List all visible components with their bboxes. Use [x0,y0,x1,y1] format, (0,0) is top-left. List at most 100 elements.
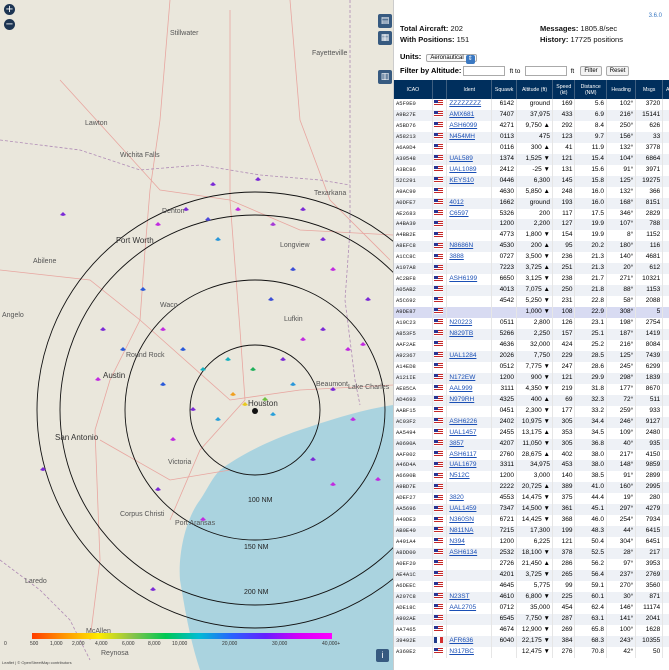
table-row[interactable]: ADE18C AAL2705 0712 35,000 454 62.4 146° 11174 [394,602,669,614]
table-row[interactable]: AA7465 4674 12,900 ▼ 269 65.8 100° 1628 [394,624,669,636]
table-row[interactable]: AD4693 N979RH 4325 400 ▲ 69 32.3 72° 511 [394,394,669,406]
ident-link[interactable]: N512C [446,471,493,483]
aircraft-table-container[interactable]: ICAO Ident Squawk Altitude (ft) Speed (kt) Di… [394,80,669,670]
table-row[interactable]: AB0E40 N811NA 7215 17,300 199 48.3 44° 6415 [394,526,669,538]
table-row[interactable]: AABF15 0451 2,300 ▼ 177 33.2 259° 933 [394,405,669,417]
table-row[interactable]: A3BC86 UAL1089 2412 -25 ▼ 131 15.6 91° 3971 [394,164,669,176]
table-row[interactable]: A0690A 3857 4207 11,050 ▼ 305 36.8 40° 935 [394,438,669,450]
ident-link[interactable]: KEYS10 [446,175,493,187]
ident-link[interactable]: AAL2705 [446,602,493,614]
ident-link[interactable]: 4012 [446,197,493,209]
table-row[interactable]: A92367 UAL1284 2026 7,750 229 28.5 125° 7439 [394,350,669,362]
ident-link[interactable]: AAL999 [446,383,493,395]
ident-link[interactable]: ASH6117 [446,449,493,461]
version-label[interactable]: 3.6.0 [649,13,662,19]
table-row[interactable]: AC03F2 ASH6226 2402 10,975 ▼ 305 34.4 246° 9127 [394,416,669,428]
table-row[interactable]: A4BA39 1200 2,200 127 19.9 107° 788 [394,219,669,231]
zoom-out-button[interactable]: − [4,19,15,30]
table-row[interactable]: A491A4 N394 1200 6,225 121 50.4 304° 6451 [394,537,669,549]
table-row[interactable]: AAF2AE 4636 32,000 424 25.2 216° 8084 [394,339,669,351]
toggle-sidebar-icon[interactable]: ▥ [378,70,392,84]
table-row[interactable]: A19C23 N20223 0511 2,800 126 23.1 198° 2754 [394,318,669,330]
table-row[interactable]: A207C8 N23ST 4610 6,800 ▼ 225 60.1 30° 871 [394,591,669,603]
ident-link[interactable]: UAL1679 [446,460,493,472]
table-row[interactable]: 39492E AFR636 6040 22,175 ▼ 384 68.3 243° 10355 [394,635,669,647]
table-row[interactable]: AAF002 ASH6117 2760 28,675 ▲ 402 38.0 217° 4150 [394,449,669,461]
table-row[interactable]: A8EFC8 N8686N 4530 200 ▲ 95 20.2 180° 116 [394,241,669,253]
map-layers-icon[interactable]: ▤ [378,14,392,28]
table-row[interactable]: 52C291 KEYS10 0446 6,300 145 15.8 125° 19275 [394,175,669,187]
table-row[interactable]: A6DEEC 4645 5,775 99 59.1 270° 3560 [394,580,669,592]
column-header[interactable]: Msgs [635,80,664,99]
ident-link[interactable]: ZZZZZZZZ [446,99,493,110]
table-row[interactable]: A9B27E AMX681 7407 37,975 433 6.9 216° 15141 [394,109,669,121]
ident-link[interactable]: UAL1459 [446,504,493,516]
table-row[interactable]: A9BD7E 2222 20,725 ▲ 389 41.0 160° 2995 [394,482,669,494]
table-row[interactable]: A5C692 4542 5,250 ▼ 231 22.8 58° 2088 [394,296,669,308]
ident-link[interactable]: N454MH [446,131,493,143]
ident-link[interactable]: N979RH [446,394,493,406]
ident-link[interactable]: AMX681 [446,109,493,121]
ident-link[interactable]: ASH6199 [446,274,493,286]
zoom-in-button[interactable]: + [4,4,15,15]
ident-link[interactable]: N394 [446,537,493,549]
ident-link[interactable]: N23ST [446,591,493,603]
map-view[interactable]: + − ▤ ▦ ▥ Stillwater Fayetteville Lawton… [0,0,393,670]
ident-link[interactable]: 3888 [446,252,493,264]
ident-link[interactable]: ASH6134 [446,548,493,560]
min-altitude-input[interactable] [463,66,506,77]
table-row[interactable]: A4BB2E 4773 1,800 ▼ 154 19.9 8° 1152 [394,230,669,242]
column-header[interactable]: Distance (NM) [574,80,607,99]
table-row[interactable]: A6A9D4 0116 300 ▲ 41 11.9 132° 3778 [394,142,669,154]
table-row[interactable]: A853F5 N829TB 5266 2,250 157 25.1 187° 1419 [394,329,669,340]
info-button[interactable]: i [376,649,389,662]
table-row[interactable]: AE2683 C6597 5326 200 117 17.5 346° 2829 [394,208,669,220]
table-row[interactable]: AA5494 UAL1457 2455 13,175 ▲ 353 34.5 109° 2480 [394,427,669,439]
column-header[interactable]: Ident [446,80,493,99]
table-row[interactable]: A121IE N172EW 1200 900 ▼ 121 29.9 298° 1839 [394,372,669,384]
column-header[interactable]: Speed (kt) [552,80,576,99]
table-row[interactable]: A5F9E0 ZZZZZZZZ6142ground1695.6102°37202 [394,99,669,110]
reset-button[interactable]: Reset [605,66,630,77]
table-row[interactable]: AC2BF8 ASH6199 6650 3,125 ▼ 238 21.7 271° 10321 [394,274,669,286]
table-row[interactable]: A1CC8C 3888 0727 3,500 ▼ 236 21.3 140° 4681 [394,252,669,264]
table-row[interactable]: A0EF20 2726 21,450 ▲ 286 56.2 97° 3953 [394,559,669,570]
table-row[interactable]: A8DD00 ASH6134 2532 18,100 ▼ 378 52.5 28° 217 [394,548,669,560]
ident-link[interactable]: UAL1457 [446,427,493,439]
ident-link[interactable]: ASH6099 [446,120,493,132]
ident-link[interactable]: ASH6226 [446,416,493,428]
ident-link[interactable]: AFR636 [446,635,493,647]
column-header[interactable]: Altitude (ft) [516,80,553,99]
ident-link[interactable]: UAL1089 [446,164,493,176]
units-select[interactable]: Aeronautical ⇕ [426,54,477,64]
ident-link[interactable]: 3820 [446,493,493,505]
ident-link[interactable]: UAL589 [446,153,493,165]
table-row[interactable]: A0DFE7 4012 1662 ground 193 16.0 168° 8151 [394,197,669,209]
table-row[interactable]: A107A8 7223 3,725 ▲ 251 21.3 20° 612 [394,263,669,275]
table-row[interactable]: A902AE 6545 7,750 ▼ 287 63.1 141° 2041 [394,613,669,625]
table-row[interactable]: A05AB2 4013 7,075 ▲ 250 21.8 88° 1153 [394,285,669,297]
ident-link[interactable]: N172EW [446,372,493,384]
table-row[interactable]: AE85CA AAL999 3111 4,350 ▼ 219 31.8 177° 8670 [394,383,669,395]
ident-link[interactable]: N8686N [446,241,493,253]
table-row[interactable]: A9DE87 1,000 ▼10822.9308°53 [394,307,669,319]
table-row[interactable]: ADEF27 3820 4553 14,475 ▼ 375 44.4 19° 280 [394,493,669,505]
table-row[interactable]: A46D4A UAL1679 3311 34,975 453 38.0 148° 9859 [394,460,669,472]
column-header[interactable]: ICAO [394,80,433,99]
table-row[interactable]: A9AC99 4630 5,850 ▲ 248 16.0 132° 366 [394,186,669,198]
table-row[interactable]: A6690B N512C 1200 3,000 140 38.5 91° 2899 [394,471,669,483]
filter-button[interactable]: Filter [580,66,602,77]
table-row[interactable]: AA5696 UAL1459 7347 14,500 ▼ 361 45.1 297° 4279 [394,504,669,516]
table-row[interactable]: A40DE3 N360SN 6721 14,425 ▼ 368 46.0 254° 7934 [394,515,669,527]
max-altitude-input[interactable] [524,66,567,77]
table-row[interactable]: A14ED8 0512 7,775 ▼ 247 28.6 245° 6299 [394,361,669,373]
column-header[interactable]: Heading [606,80,637,99]
table-row[interactable]: A5BD76 ASH6099 4271 9,750 ▲ 292 8.4 250° 626 [394,120,669,132]
table-row[interactable]: A360E2 N317BC 12,475 ▼27670.842°504 [394,646,669,658]
table-row[interactable]: A58213N454MH01134751239.7156°333 [394,131,669,143]
table-row[interactable]: AE4A1C 4201 3,725 ▼ 265 56.4 237° 2769 [394,569,669,581]
column-header[interactable] [432,80,448,99]
ident-link[interactable]: N829TB [446,329,493,340]
ident-link[interactable]: N360SN [446,515,493,527]
column-header[interactable]: Squawk [491,80,518,99]
